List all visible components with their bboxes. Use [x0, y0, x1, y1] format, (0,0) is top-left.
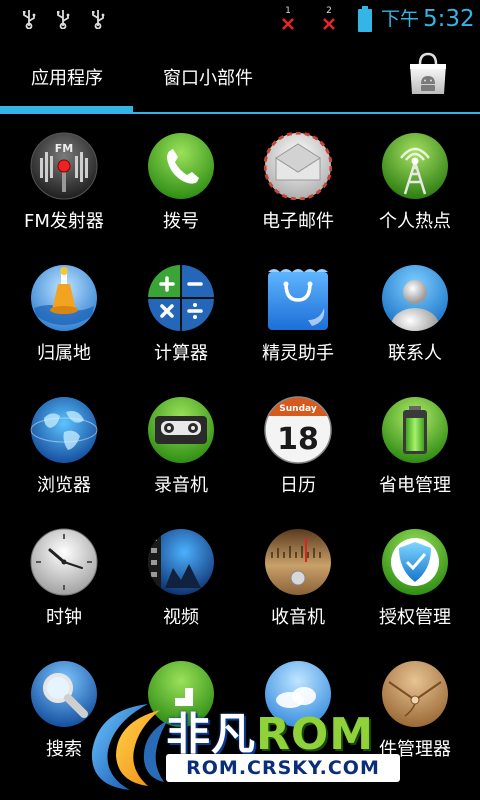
active-tab-indicator	[0, 106, 133, 113]
tab-widgets[interactable]: 窗口小部件	[163, 64, 253, 90]
status-bar: 1 2 下午 5:32	[0, 0, 480, 38]
app-permission-manager[interactable]: 授权管理	[355, 514, 475, 646]
phone-icon	[148, 133, 214, 199]
app-label: 授权管理	[379, 607, 451, 628]
app-assistant[interactable]: 精灵助手	[238, 250, 358, 382]
calendar-date: 18	[277, 422, 319, 457]
app-location[interactable]: 归属地	[4, 250, 124, 382]
usb-icon	[57, 10, 70, 29]
sim2-label: 2	[326, 6, 332, 16]
app-calculator[interactable]: 计算器	[121, 250, 241, 382]
app-calendar[interactable]: Sunday 18 日历	[238, 382, 358, 514]
app-label: 计算器	[154, 343, 208, 364]
radio-dial-icon	[265, 529, 331, 595]
clock-ampm: 下午	[381, 8, 420, 30]
app-label: 精灵助手	[262, 343, 334, 364]
calendar-day: Sunday	[279, 404, 317, 414]
shopping-bag-icon	[268, 269, 328, 330]
app-label: 联系人	[388, 343, 442, 364]
app-phone[interactable]: 拨号	[121, 118, 241, 250]
usb-icon	[92, 10, 105, 29]
app-video[interactable]: 视频	[121, 514, 241, 646]
watermark-logo: 非凡ROM ROM.CRSKY.COM	[78, 690, 408, 800]
app-drawer-tabbar: 应用程序 窗口小部件	[0, 38, 480, 118]
usb-icon	[23, 10, 36, 29]
status-clock: 下午 5:32	[381, 4, 475, 34]
app-label: 日历	[280, 475, 316, 496]
app-label: 视频	[163, 607, 199, 628]
app-label: FM发射器	[24, 211, 104, 232]
app-label: 归属地	[37, 343, 91, 364]
app-contacts[interactable]: 联系人	[355, 250, 475, 382]
app-power-saving[interactable]: 省电管理	[355, 382, 475, 514]
hotspot-tower-icon	[382, 133, 448, 199]
app-label: 个人热点	[379, 211, 451, 232]
app-radio[interactable]: 收音机	[238, 514, 358, 646]
location-buoy-icon	[31, 265, 97, 331]
svg-text:FM: FM	[55, 142, 73, 155]
cassette-icon	[148, 397, 214, 463]
app-label: 收音机	[271, 607, 325, 628]
app-label: 拨号	[163, 211, 199, 232]
app-fm-transmitter[interactable]: FM FM发射器	[4, 118, 124, 250]
app-recorder[interactable]: 录音机	[121, 382, 241, 514]
app-browser[interactable]: 浏览器	[4, 382, 124, 514]
globe-icon	[30, 397, 98, 463]
video-film-icon	[148, 529, 214, 595]
sim1-label: 1	[285, 6, 291, 16]
watermark-url: ROM.CRSKY.COM	[166, 754, 400, 782]
tab-apps[interactable]: 应用程序	[31, 64, 103, 90]
app-clock[interactable]: 时钟	[4, 514, 124, 646]
app-label: 时钟	[46, 607, 82, 628]
clock-time: 5:32	[423, 6, 475, 32]
app-label: 浏览器	[37, 475, 91, 496]
battery-icon	[382, 397, 448, 463]
app-label: 录音机	[154, 475, 208, 496]
clock-icon	[30, 528, 98, 596]
shield-icon	[382, 529, 448, 595]
app-email[interactable]: 电子邮件	[238, 118, 358, 250]
app-label: 省电管理	[379, 475, 451, 496]
watermark-title-cn: 非凡	[166, 709, 256, 760]
fm-transmitter-icon: FM	[30, 132, 98, 200]
email-icon	[264, 132, 332, 200]
sim2-no-signal-icon: 2	[321, 6, 337, 32]
contact-person-icon	[382, 265, 448, 331]
battery-icon	[358, 6, 372, 32]
sim1-no-signal-icon: 1	[280, 6, 296, 32]
watermark-title-en: ROM	[256, 709, 375, 760]
watermark-title: 非凡ROM	[166, 698, 374, 762]
calculator-icon	[148, 265, 214, 331]
app-hotspot[interactable]: 个人热点	[355, 118, 475, 250]
play-store-icon[interactable]	[404, 50, 452, 98]
app-label: 电子邮件	[262, 211, 334, 232]
calendar-icon: Sunday 18	[264, 396, 332, 464]
